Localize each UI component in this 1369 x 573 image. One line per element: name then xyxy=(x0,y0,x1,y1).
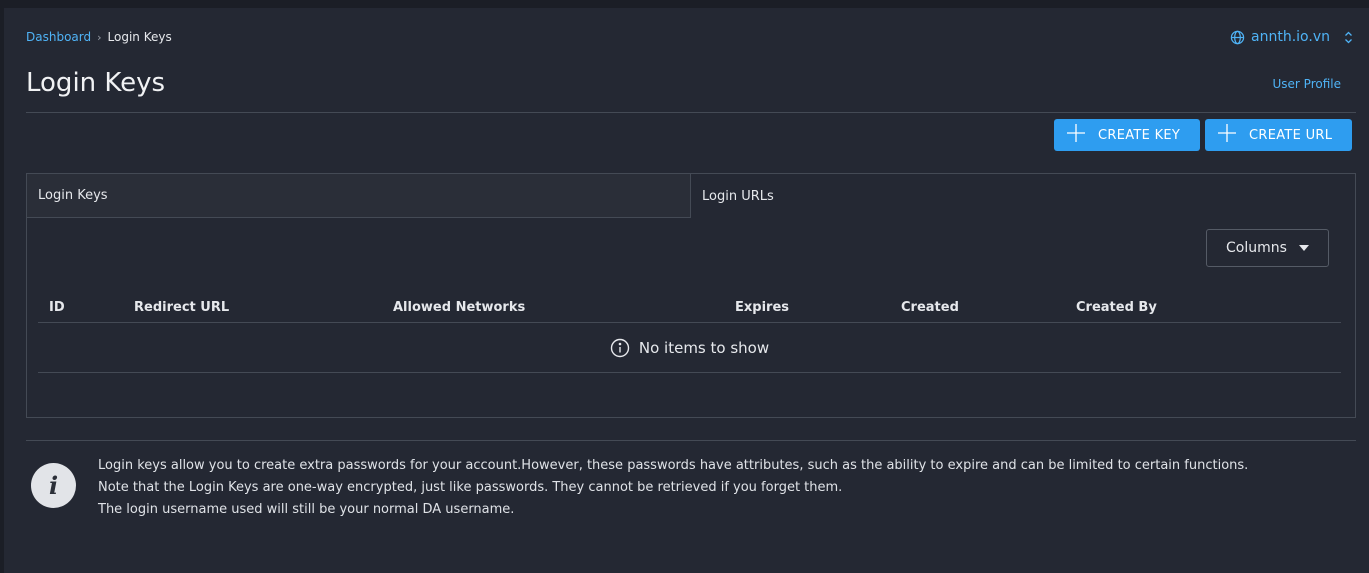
tab-login-keys[interactable]: Login Keys xyxy=(27,174,691,218)
empty-state-message: No items to show xyxy=(638,338,770,357)
create-url-button[interactable]: CREATE URL xyxy=(1205,119,1352,151)
table-header: ID Redirect URL Allowed Networks Expires… xyxy=(38,286,1341,323)
breadcrumb-separator: › xyxy=(97,30,102,44)
domain-name: annth.io.vn xyxy=(1251,29,1330,45)
page-title: Login Keys xyxy=(26,68,166,98)
create-key-label: CREATE KEY xyxy=(1098,127,1181,143)
tabs-panel: Login Keys Login URLs Columns ID Redirec… xyxy=(26,173,1356,418)
columns-dropdown-button[interactable]: Columns xyxy=(1206,229,1329,267)
columns-label: Columns xyxy=(1226,240,1287,256)
page-frame: Dashboard › Login Keys annth.io.vn Login… xyxy=(4,8,1369,573)
plus-icon xyxy=(1217,123,1249,147)
empty-state-row: No items to show xyxy=(38,323,1341,373)
column-header-expires[interactable]: Expires xyxy=(735,300,789,315)
info-circle-icon xyxy=(610,338,630,358)
info-line: Login keys allow you to create extra pas… xyxy=(98,458,1249,473)
divider xyxy=(26,440,1356,441)
plus-icon xyxy=(1066,123,1098,147)
tab-login-urls[interactable]: Login URLs xyxy=(691,174,1355,218)
column-header-redirect-url[interactable]: Redirect URL xyxy=(134,300,229,315)
breadcrumb-current: Login Keys xyxy=(107,30,172,44)
column-header-id[interactable]: ID xyxy=(49,300,65,315)
info-description: Login keys allow you to create extra pas… xyxy=(98,455,1248,521)
column-header-allowed-networks[interactable]: Allowed Networks xyxy=(393,300,525,315)
info-icon: i xyxy=(31,463,76,508)
chevron-updown-icon xyxy=(1344,31,1353,44)
breadcrumb-dashboard-link[interactable]: Dashboard xyxy=(26,30,91,44)
breadcrumb: Dashboard › Login Keys xyxy=(26,30,172,44)
info-line: The login username used will still be yo… xyxy=(98,502,515,517)
caret-down-icon xyxy=(1298,245,1309,251)
tab-login-keys-label: Login Keys xyxy=(38,188,108,203)
info-line: Note that the Login Keys are one-way enc… xyxy=(98,480,843,495)
column-header-created-by[interactable]: Created By xyxy=(1076,300,1157,315)
info-icon-letter: i xyxy=(48,471,59,500)
user-profile-link[interactable]: User Profile xyxy=(1273,77,1341,91)
create-url-label: CREATE URL xyxy=(1249,127,1333,143)
globe-icon xyxy=(1230,30,1245,45)
divider xyxy=(26,112,1356,113)
domain-selector[interactable]: annth.io.vn xyxy=(1230,29,1353,45)
create-key-button[interactable]: CREATE KEY xyxy=(1054,119,1200,151)
tab-login-urls-label: Login URLs xyxy=(702,188,774,204)
column-header-created[interactable]: Created xyxy=(901,300,959,315)
